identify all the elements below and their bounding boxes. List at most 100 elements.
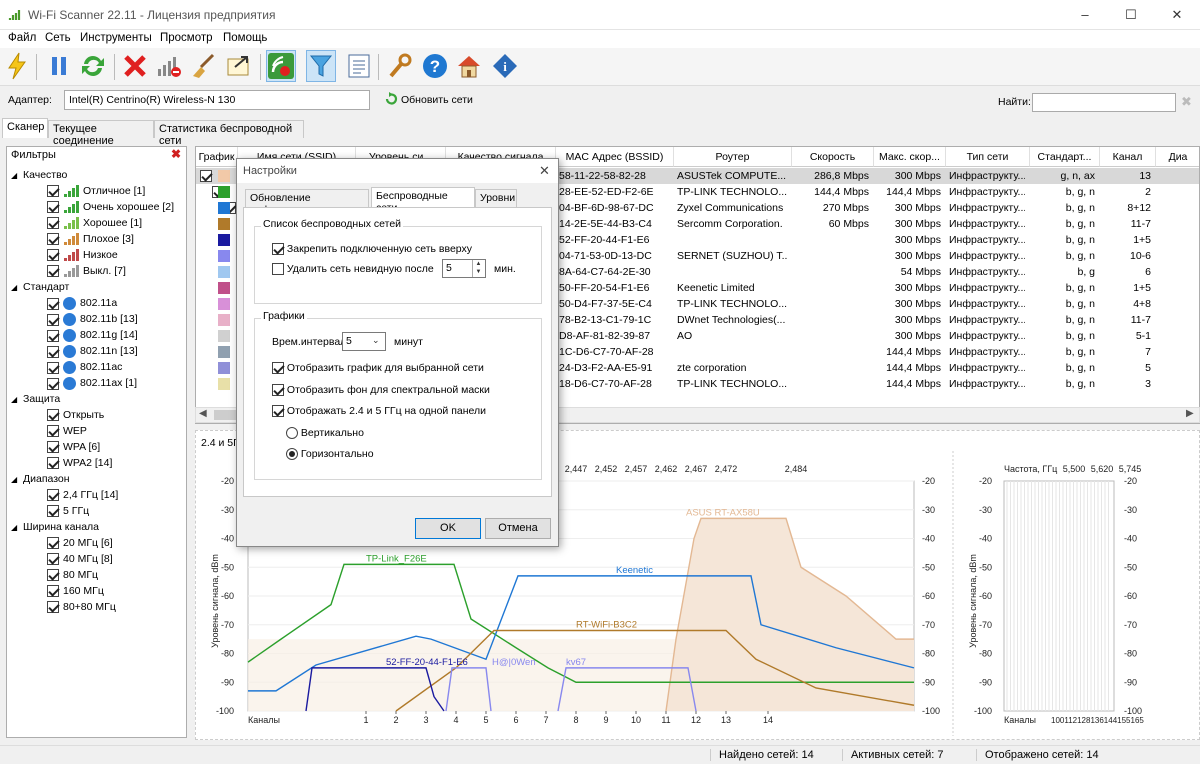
tab-wireless-stats[interactable]: Статистика беспроводной сети: [154, 120, 304, 147]
filter-item[interactable]: WEP: [47, 425, 87, 438]
filter-item[interactable]: 802.11a: [47, 297, 117, 310]
pin-connected-checkbox[interactable]: [272, 243, 284, 256]
home-icon[interactable]: [454, 50, 484, 82]
broom-icon[interactable]: [188, 50, 218, 82]
filter-group-header[interactable]: ◢ Стандарт: [11, 281, 69, 293]
filter-item[interactable]: 20 МГц [6]: [47, 537, 113, 550]
lightning-icon[interactable]: [2, 50, 32, 82]
find-input[interactable]: [1032, 93, 1176, 112]
tab-levels[interactable]: Уровни: [475, 189, 517, 207]
scroll-right-icon[interactable]: ▶: [1186, 408, 1194, 419]
filter-item[interactable]: Выкл. [7]: [47, 265, 126, 278]
filter-icon[interactable]: [306, 50, 336, 82]
collapse-icon[interactable]: ◢: [11, 283, 23, 292]
filter-item[interactable]: Плохое [3]: [47, 233, 134, 246]
filter-group-header[interactable]: ◢ Ширина канала: [11, 521, 99, 533]
ok-button[interactable]: OK: [415, 518, 481, 539]
filter-checkbox[interactable]: [47, 553, 59, 566]
filter-checkbox[interactable]: [47, 265, 59, 278]
tab-current-connection[interactable]: Текущее соединение: [48, 120, 154, 147]
show-selected-graph-checkbox[interactable]: [272, 362, 284, 375]
filter-checkbox[interactable]: [47, 489, 59, 502]
filter-item[interactable]: Хорошее [1]: [47, 217, 142, 230]
filter-checkbox[interactable]: [47, 377, 59, 390]
column-header[interactable]: Макс. скор...: [874, 147, 946, 167]
stepper-arrows-icon[interactable]: ▲ ▼: [472, 260, 484, 277]
filter-group-header[interactable]: ◢ Качество: [11, 169, 67, 181]
info-icon[interactable]: i: [490, 50, 520, 82]
filter-checkbox[interactable]: [47, 329, 59, 342]
column-header[interactable]: График: [196, 147, 238, 167]
wrench-icon[interactable]: [384, 50, 414, 82]
filter-checkbox[interactable]: [47, 425, 59, 438]
export-icon[interactable]: [224, 50, 254, 82]
column-header[interactable]: Канал: [1100, 147, 1156, 167]
filter-item[interactable]: 80+80 МГц: [47, 601, 116, 614]
filter-checkbox[interactable]: [47, 345, 59, 358]
column-header[interactable]: Скорость: [792, 147, 874, 167]
filter-checkbox[interactable]: [47, 505, 59, 518]
remove-hidden-checkbox[interactable]: [272, 263, 284, 276]
filter-checkbox[interactable]: [47, 297, 59, 310]
menu-file[interactable]: Файл: [8, 32, 36, 44]
filter-checkbox[interactable]: [47, 441, 59, 454]
column-header[interactable]: MAC Адрес (BSSID): [556, 147, 674, 167]
filter-checkbox[interactable]: [47, 601, 59, 614]
column-header[interactable]: Тип сети: [946, 147, 1030, 167]
collapse-icon[interactable]: ◢: [11, 523, 23, 532]
tab-scanner[interactable]: Сканер: [2, 118, 48, 138]
interval-select[interactable]: 5 ⌄: [342, 332, 386, 351]
clear-search-icon[interactable]: ✖: [1181, 94, 1192, 110]
tab-update-info[interactable]: Обновление информации: [245, 189, 369, 216]
tab-wireless-networks[interactable]: Беспроводные сети: [371, 187, 475, 214]
filter-checkbox[interactable]: [47, 361, 59, 374]
filter-item[interactable]: 80 МГц: [47, 569, 98, 582]
pause-icon[interactable]: [44, 50, 74, 82]
filter-checkbox[interactable]: [47, 409, 59, 422]
filter-item[interactable]: Низкое: [47, 249, 118, 262]
filter-checkbox[interactable]: [47, 233, 59, 246]
filter-item[interactable]: 40 МГц [8]: [47, 553, 113, 566]
show-mask-background-checkbox[interactable]: [272, 384, 284, 397]
clear-filters-icon[interactable]: ✖: [171, 147, 181, 161]
collapse-icon[interactable]: ◢: [11, 395, 23, 404]
filter-checkbox[interactable]: [47, 457, 59, 470]
filter-checkbox[interactable]: [47, 201, 59, 214]
close-window-button[interactable]: ✕: [1154, 0, 1200, 30]
filter-item[interactable]: 802.11ax [1]: [47, 377, 137, 390]
horizontal-radio[interactable]: [286, 448, 298, 461]
filter-group-header[interactable]: ◢ Защита: [11, 393, 60, 405]
single-panel-checkbox[interactable]: [272, 405, 284, 418]
filter-item[interactable]: 802.11ac: [47, 361, 122, 374]
dialog-close-icon[interactable]: ✕: [539, 163, 550, 179]
menu-view[interactable]: Просмотр: [160, 32, 213, 44]
collapse-icon[interactable]: ◢: [11, 171, 23, 180]
column-header[interactable]: Диа: [1156, 147, 1199, 167]
collapse-icon[interactable]: ◢: [11, 475, 23, 484]
filter-item[interactable]: WPA2 [14]: [47, 457, 112, 470]
menu-tools[interactable]: Инструменты: [80, 32, 152, 44]
row-graph-checkbox[interactable]: [200, 170, 212, 183]
filter-checkbox[interactable]: [47, 569, 59, 582]
filter-item[interactable]: 802.11b [13]: [47, 313, 138, 326]
filter-item[interactable]: 802.11n [13]: [47, 345, 138, 358]
wifi-connection-icon[interactable]: [266, 50, 296, 82]
help-icon[interactable]: ?: [420, 50, 450, 82]
filter-item[interactable]: WPA [6]: [47, 441, 100, 454]
adapter-select[interactable]: Intel(R) Centrino(R) Wireless-N 130: [64, 90, 370, 110]
filter-checkbox[interactable]: [47, 217, 59, 230]
column-header[interactable]: Роутер: [674, 147, 792, 167]
filter-checkbox[interactable]: [47, 185, 59, 198]
menu-help[interactable]: Помощь: [223, 32, 267, 44]
filter-group-header[interactable]: ◢ Диапазон: [11, 473, 70, 485]
filter-checkbox[interactable]: [47, 585, 59, 598]
column-header[interactable]: Стандарт...: [1030, 147, 1100, 167]
cancel-button[interactable]: Отмена: [485, 518, 551, 539]
minimize-button[interactable]: –: [1062, 0, 1108, 30]
filter-item[interactable]: 160 МГц: [47, 585, 104, 598]
refresh-networks-button[interactable]: Обновить сети: [401, 94, 473, 106]
filter-item[interactable]: 802.11g [14]: [47, 329, 138, 342]
maximize-button[interactable]: ☐: [1108, 0, 1154, 30]
filter-checkbox[interactable]: [47, 537, 59, 550]
filter-item[interactable]: 2,4 ГГц [14]: [47, 489, 118, 502]
